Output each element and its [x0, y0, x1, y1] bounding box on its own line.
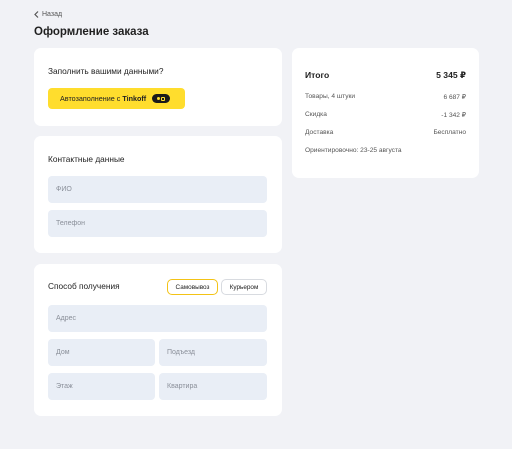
summary-total-row: Итого 5 345 ₽ — [305, 70, 466, 81]
summary-row: Скидка -1 342 ₽ — [305, 111, 466, 119]
apartment-input[interactable] — [159, 373, 267, 400]
delivery-option-pickup[interactable]: Самовывоз — [167, 279, 218, 295]
delivery-heading: Способ получения — [48, 281, 120, 291]
back-link[interactable]: Назад — [34, 11, 62, 18]
summary-row: Товары, 4 штуки 6 687 ₽ — [305, 93, 466, 101]
summary-row-label: Скидка — [305, 111, 327, 118]
back-link-label: Назад — [42, 11, 63, 18]
summary-row-label: Товары, 4 штуки — [305, 93, 356, 100]
full-name-input[interactable] — [48, 176, 267, 203]
entrance-input[interactable] — [159, 339, 267, 366]
address-input[interactable] — [48, 305, 267, 332]
delivery-card: Способ получения Самовывоз Курьером — [34, 264, 282, 416]
summary-row-label: Доставка — [305, 129, 334, 136]
autofill-button-label: Автозаполнение с — [60, 94, 121, 103]
chevron-left-icon — [34, 11, 39, 18]
autofill-heading: Заполнить вашими данными? — [48, 66, 164, 76]
house-input[interactable] — [48, 339, 155, 366]
summary-row-value: 6 687 ₽ — [443, 94, 466, 101]
order-summary-card: Итого 5 345 ₽ Товары, 4 штуки 6 687 ₽ Ск… — [292, 48, 479, 178]
autofill-tinkoff-button[interactable]: Автозаполнение с Tinkoff — [48, 88, 185, 109]
autofill-card: Заполнить вашими данными? Автозаполнение… — [34, 48, 282, 126]
delivery-eta: Ориентировочно: 23-25 августа — [305, 147, 402, 154]
autofill-button-brand: Tinkoff — [122, 94, 147, 103]
tinkoff-id-icon — [152, 94, 171, 103]
phone-input[interactable] — [48, 210, 267, 237]
summary-row-value: Бесплатно — [433, 129, 466, 136]
summary-total-label: Итого — [305, 70, 330, 80]
floor-input[interactable] — [48, 373, 155, 400]
contacts-heading: Контактные данные — [48, 154, 125, 164]
summary-eta-row: Ориентировочно: 23-25 августа — [305, 147, 466, 154]
summary-row-value: -1 342 ₽ — [441, 112, 466, 119]
page-title: Оформление заказа — [34, 26, 149, 38]
contacts-card: Контактные данные — [34, 136, 282, 253]
delivery-option-courier[interactable]: Курьером — [221, 279, 267, 295]
summary-total-value: 5 345 ₽ — [436, 70, 466, 80]
summary-row: Доставка Бесплатно — [305, 129, 466, 136]
